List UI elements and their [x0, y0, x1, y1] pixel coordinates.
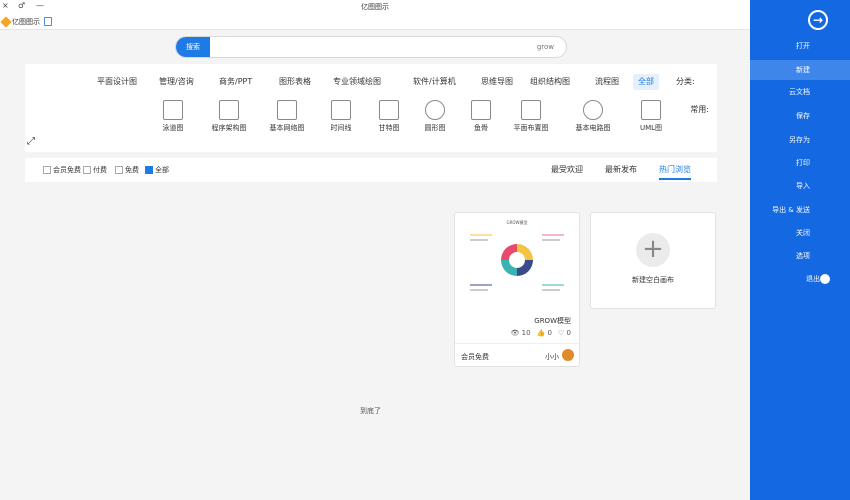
sidebar-item-label: 退出 [806, 275, 820, 283]
template-swimlane[interactable]: 泳道图 [143, 100, 203, 133]
window-title: 亿图图示 [361, 3, 389, 11]
template-architecture[interactable]: 程序架构图 [199, 100, 259, 133]
common-label: 常用: [690, 105, 709, 114]
filter-free[interactable]: 免费 [115, 165, 139, 175]
plus-icon: + [636, 233, 670, 267]
sidebar-item-save-as[interactable]: 另存为 [750, 130, 850, 150]
category-tables[interactable]: 图形表格 [279, 74, 311, 90]
app-window: × ♂ — 亿图图示 亿图图示 搜索 分类: 全部 流程图 组织结构图 思维导图… [0, 0, 850, 500]
views-count: 10 [521, 329, 531, 337]
search-input[interactable] [212, 37, 562, 57]
filter-bar: 热门浏览 最新发布 最受欢迎 全部 免费 付费 会员免费 [25, 158, 717, 182]
fishbone-icon [471, 100, 491, 120]
expand-icon[interactable]: ⤢ [27, 136, 35, 147]
template-label: 基本网络图 [269, 124, 305, 132]
new-canvas-card[interactable]: + 新建空白画布 [590, 212, 716, 309]
sidebar-item-exit[interactable]: 退出 [750, 269, 850, 289]
circle-chart-icon [425, 100, 445, 120]
svg-text:GROW模型: GROW模型 [507, 219, 528, 225]
template-thumbnail: GROW模型 [470, 219, 564, 291]
uml-icon [641, 100, 661, 120]
category-software[interactable]: 软件/计算机 [413, 74, 456, 90]
sidebar-item-import[interactable]: 导入 [750, 176, 850, 196]
template-label: 程序架构图 [211, 124, 247, 132]
divider [455, 343, 579, 344]
swimlane-icon [163, 100, 183, 120]
filter-all[interactable]: 全部 [145, 165, 169, 175]
category-panel: 分类: 全部 流程图 组织结构图 思维导图 软件/计算机 专业领域绘图 图形表格… [25, 64, 717, 152]
category-management[interactable]: 管理/咨询 [159, 74, 194, 90]
template-name: GROW模型 [534, 317, 571, 325]
sidebar-item-options[interactable]: 选项 [750, 246, 850, 266]
checkbox[interactable] [83, 166, 91, 174]
filter-label: 全部 [155, 166, 169, 174]
filter-member-free[interactable]: 会员免费 [43, 165, 81, 175]
template-network[interactable]: 基本网络图 [257, 100, 317, 133]
likes-count: 0 [547, 329, 553, 337]
sidebar: → 打开 新建 云文档 保存 另存为 打印 导入 导出 & 发送 关闭 选项 退… [750, 0, 850, 500]
checkbox[interactable] [43, 166, 51, 174]
search-bar: 搜索 [175, 36, 567, 58]
favorites-count: 0 [566, 329, 571, 337]
checkbox[interactable] [145, 166, 153, 174]
filter-label: 会员免费 [53, 166, 81, 174]
category-label: 分类: [676, 77, 695, 86]
tab-bar: 亿图图示 [0, 14, 750, 30]
template-uml[interactable]: UML图 [621, 100, 681, 133]
file-icon[interactable] [44, 17, 52, 26]
search-button[interactable]: 搜索 [176, 37, 210, 57]
timeline-icon [331, 100, 351, 120]
end-of-list-text: 到底了 [360, 407, 381, 415]
category-flowchart[interactable]: 流程图 [595, 74, 619, 90]
likes-stat[interactable]: 👍 0 [537, 329, 552, 337]
architecture-icon [219, 100, 239, 120]
exit-icon [820, 274, 830, 284]
category-professional[interactable]: 专业领域绘图 [333, 74, 381, 90]
back-arrow-icon[interactable]: → [808, 10, 828, 30]
author-name: 小小 [545, 353, 559, 361]
template-card[interactable]: GROW模型 GROW模型 👁 10 👍 0 ♡ 0 会员免费 小小 [454, 212, 580, 367]
app-tab-label: 亿图图示 [12, 18, 40, 26]
app-tab[interactable]: 亿图图示 [0, 15, 44, 29]
template-label: 时间线 [330, 124, 352, 132]
sidebar-item-save[interactable]: 保存 [750, 106, 850, 126]
network-icon [277, 100, 297, 120]
filter-paid[interactable]: 付费 [83, 165, 107, 175]
floor-plan-icon [521, 100, 541, 120]
sidebar-item-export[interactable]: 导出 & 发送 [750, 200, 850, 220]
sidebar-item-open[interactable]: 打开 [750, 36, 850, 56]
template-label: 基本电路图 [575, 124, 611, 132]
category-mindmap[interactable]: 思维导图 [481, 74, 513, 90]
category-org-chart[interactable]: 组织结构图 [530, 74, 570, 90]
circuit-icon [583, 100, 603, 120]
title-bar: × ♂ — 亿图图示 [0, 0, 750, 14]
template-stats: 👁 10 👍 0 ♡ 0 [511, 329, 571, 337]
template-label: UML图 [639, 124, 663, 132]
new-canvas-label: 新建空白画布 [632, 276, 674, 284]
sidebar-item-cloud[interactable]: 云文档 [750, 82, 850, 102]
tab-hot[interactable]: 热门浏览 [659, 164, 691, 180]
filter-label: 付费 [93, 166, 107, 174]
category-all[interactable]: 全部 [633, 74, 659, 90]
gantt-icon [379, 100, 399, 120]
sidebar-item-close[interactable]: 关闭 [750, 223, 850, 243]
template-label: 泳道图 [162, 124, 184, 132]
sidebar-item-new[interactable]: 新建 [750, 60, 850, 80]
category-business-ppt[interactable]: 商务/PPT [219, 74, 252, 90]
avatar [562, 349, 574, 361]
favorites-stat[interactable]: ♡ 0 [558, 329, 571, 337]
sidebar-item-print[interactable]: 打印 [750, 153, 850, 173]
tab-latest[interactable]: 最新发布 [605, 164, 637, 175]
price-tag: 会员免费 [461, 353, 489, 361]
tab-popular[interactable]: 最受欢迎 [551, 164, 583, 175]
template-circuit[interactable]: 基本电路图 [563, 100, 623, 133]
views-stat: 👁 10 [510, 329, 531, 337]
category-graphic-design[interactable]: 平面设计图 [97, 74, 137, 90]
template-timeline[interactable]: 时间线 [311, 100, 371, 133]
filter-label: 免费 [125, 166, 139, 174]
app-logo-icon [0, 16, 12, 28]
checkbox[interactable] [115, 166, 123, 174]
